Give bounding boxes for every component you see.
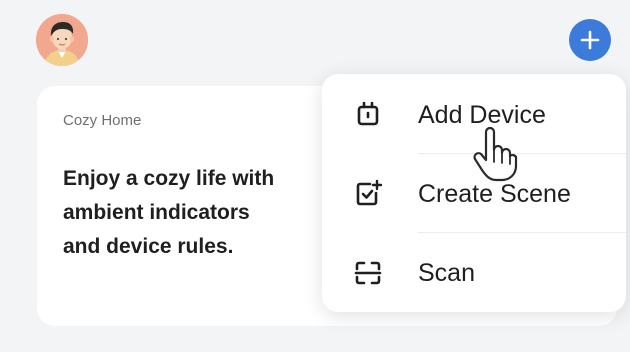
plus-icon	[580, 30, 600, 50]
app-screen: Cozy Home Enjoy a cozy life with ambient…	[0, 0, 630, 352]
card-description-line: ambient indicators	[63, 201, 250, 224]
avatar-illustration	[36, 14, 88, 66]
card-description-line: Enjoy a cozy life with	[63, 167, 275, 190]
menu-divider	[418, 232, 626, 233]
card-title: Cozy Home	[63, 112, 142, 129]
hand-pointer-icon	[470, 126, 518, 182]
scan-frame-icon	[352, 257, 384, 289]
menu-item-label: Create Scene	[418, 179, 571, 208]
add-button[interactable]	[569, 19, 611, 61]
add-menu-popup: Add Device Create Scene Scan	[322, 74, 626, 312]
menu-item-label: Scan	[418, 258, 475, 287]
scene-check-plus-icon	[352, 178, 384, 210]
user-avatar-icon[interactable]	[36, 14, 88, 66]
device-icon	[352, 99, 384, 131]
card-description: Enjoy a cozy life with ambient indicator…	[63, 162, 274, 264]
menu-item-scan[interactable]: Scan	[322, 234, 626, 312]
card-description-line: and device rules.	[63, 235, 234, 258]
menu-divider	[418, 153, 626, 154]
